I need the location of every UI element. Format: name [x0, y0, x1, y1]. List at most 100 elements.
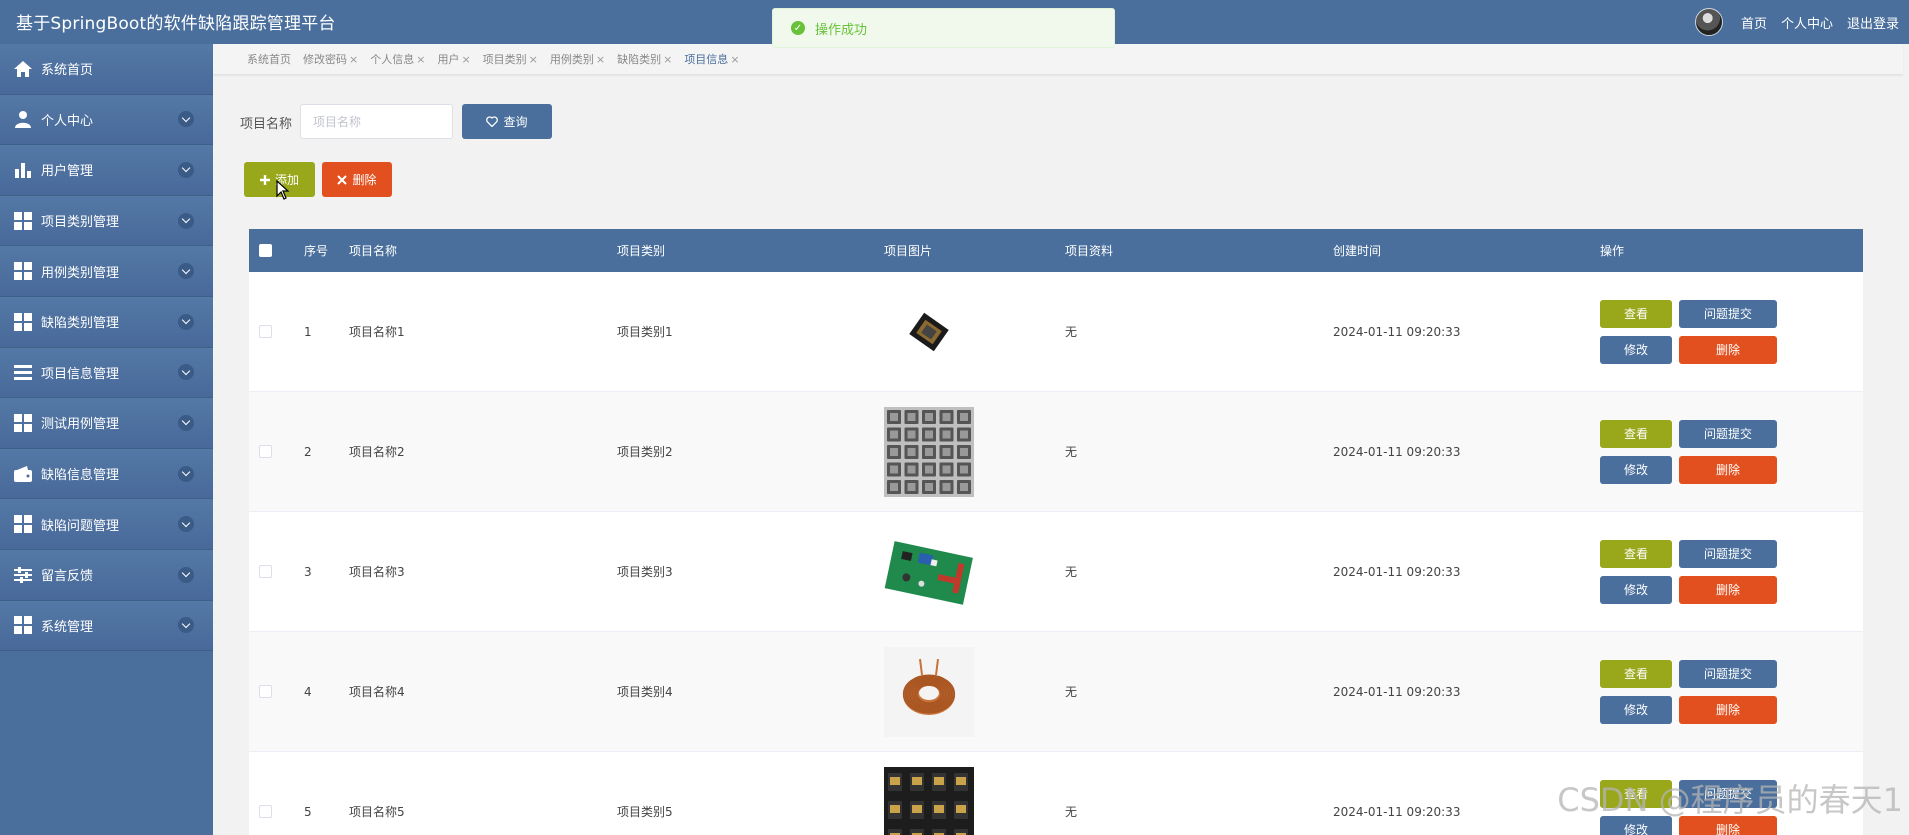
row-checkbox[interactable] [259, 445, 272, 458]
edit-button[interactable]: 修改 [1600, 335, 1672, 364]
delete-button[interactable]: 删除 [1679, 455, 1777, 484]
sidebar-item-8[interactable]: 缺陷信息管理 [0, 448, 213, 500]
tab-label: 个人信息 [370, 53, 415, 66]
chevron-down-icon [178, 161, 194, 178]
column-header: 创建时间 [1333, 244, 1382, 258]
batch-delete-button[interactable]: 删除 [322, 162, 392, 197]
tab-label: 缺陷类别 [617, 53, 662, 66]
row-checkbox[interactable] [259, 805, 272, 818]
submit-issue-button[interactable]: 问题提交 [1679, 539, 1777, 568]
tab-7[interactable]: 项目信息 × [684, 51, 739, 67]
cell-project-doc: 无 [1065, 325, 1078, 339]
column-header: 操作 [1600, 244, 1625, 258]
query-button[interactable]: 查询 [462, 104, 552, 139]
cell-created-time: 2024-01-11 09:20:33 [1333, 804, 1461, 819]
cell-project-doc: 无 [1065, 685, 1078, 699]
cell-project-type: 项目类别4 [617, 685, 673, 699]
wallet-icon [13, 465, 33, 483]
row-checkbox[interactable] [259, 325, 272, 338]
mouse-cursor-icon [276, 179, 290, 204]
table-row: 4 项目名称4 项目类别4 无 2024-01-11 09:20:33 查看 问题提交 修改删… [249, 632, 1863, 752]
user-icon [13, 110, 33, 129]
cell-created-time: 2024-01-11 09:20:33 [1333, 324, 1461, 339]
nav-home-link[interactable]: 首页 [1741, 13, 1767, 32]
close-icon[interactable]: × [349, 53, 358, 66]
sidebar-item-5[interactable]: 缺陷类别管理 [0, 296, 213, 348]
cell-no: 3 [304, 564, 312, 579]
table-row: 1 项目名称1 项目类别1 无 2024-01-11 09:20:33 查看 问题提交 修改删… [249, 272, 1863, 392]
close-icon[interactable]: × [529, 53, 538, 66]
nav-logout-link[interactable]: 退出登录 [1847, 13, 1899, 32]
table-row: 2 项目名称2 项目类别2 无 2024-01-11 09:20:33 查看 问题提交 修改删… [249, 392, 1863, 512]
sidebar-item-label: 系统首页 [41, 63, 94, 79]
sidebar-item-label: 用户管理 [41, 164, 94, 180]
toast-message: 操作成功 [815, 22, 868, 38]
row-checkbox[interactable] [259, 685, 272, 698]
tab-5[interactable]: 用例类别 × [550, 51, 605, 67]
nav-profile-link[interactable]: 个人中心 [1781, 13, 1833, 32]
view-button[interactable]: 查看 [1600, 779, 1672, 808]
view-button[interactable]: 查看 [1600, 419, 1672, 448]
submit-issue-button[interactable]: 问题提交 [1679, 779, 1777, 808]
tab-6[interactable]: 缺陷类别 × [617, 51, 672, 67]
avatar[interactable] [1694, 8, 1723, 36]
submit-issue-button[interactable]: 问题提交 [1679, 659, 1777, 688]
sidebar-item-7[interactable]: 测试用例管理 [0, 398, 213, 449]
delete-button[interactable]: 删除 [1679, 815, 1777, 835]
close-icon[interactable]: × [461, 53, 470, 66]
chip-image[interactable] [884, 286, 974, 377]
sidebar-item-6[interactable]: 项目信息管理 [0, 347, 213, 399]
tab-1[interactable]: 修改密码 × [303, 51, 358, 67]
tab-label: 项目类别 [482, 53, 527, 66]
sidebar-item-1[interactable]: 个人中心 [0, 94, 213, 146]
row-checkbox[interactable] [259, 565, 272, 578]
tab-3[interactable]: 用户 × [437, 51, 470, 67]
view-button[interactable]: 查看 [1600, 539, 1672, 568]
sidebar-item-3[interactable]: 项目类别管理 [0, 195, 213, 247]
coil-image[interactable] [884, 646, 974, 737]
cell-project-name: 项目名称2 [349, 445, 405, 459]
edit-button[interactable]: 修改 [1600, 695, 1672, 724]
column-header: 项目类别 [617, 244, 666, 258]
sidebar-item-0[interactable]: 系统首页 [0, 44, 213, 95]
view-button[interactable]: 查看 [1600, 659, 1672, 688]
sidebar-item-label: 测试用例管理 [41, 417, 120, 433]
close-icon[interactable]: × [730, 53, 739, 66]
delete-button[interactable]: 删除 [1679, 575, 1777, 604]
cell-no: 5 [304, 804, 312, 819]
sliders-icon [13, 566, 33, 584]
column-header: 项目资料 [1065, 244, 1114, 258]
tab-0[interactable]: 系统首页 [247, 51, 291, 67]
submit-issue-button[interactable]: 问题提交 [1679, 299, 1777, 328]
grid-icon [13, 211, 33, 230]
check-circle-icon: ✓ [791, 21, 805, 35]
delete-button[interactable]: 删除 [1679, 695, 1777, 724]
edit-button[interactable]: 修改 [1600, 575, 1672, 604]
edit-button[interactable]: 修改 [1600, 455, 1672, 484]
sidebar-item-9[interactable]: 缺陷问题管理 [0, 499, 213, 550]
edit-button[interactable]: 修改 [1600, 815, 1672, 835]
project-name-search-input[interactable] [300, 104, 453, 139]
close-icon[interactable]: × [596, 53, 605, 66]
sidebar-item-label: 缺陷类别管理 [41, 316, 120, 332]
sidebar-item-2[interactable]: 用户管理 [0, 145, 213, 196]
select-all-checkbox[interactable] [259, 244, 272, 257]
close-icon[interactable]: × [416, 53, 425, 66]
cell-project-type: 项目类别3 [617, 565, 673, 579]
tab-label: 修改密码 [303, 53, 347, 66]
sidebar-item-11[interactable]: 系统管理 [0, 600, 213, 652]
chevron-down-icon [178, 566, 194, 583]
delete-button[interactable]: 删除 [1679, 335, 1777, 364]
pcb-image[interactable] [884, 526, 974, 617]
components-image[interactable] [884, 766, 974, 835]
submit-issue-button[interactable]: 问题提交 [1679, 419, 1777, 448]
view-button[interactable]: 查看 [1600, 299, 1672, 328]
tray-image[interactable] [884, 406, 974, 497]
tab-2[interactable]: 个人信息 × [370, 51, 425, 67]
cell-project-name: 项目名称3 [349, 565, 405, 579]
batch-delete-button-label: 删除 [352, 173, 377, 187]
sidebar-item-4[interactable]: 用例类别管理 [0, 246, 213, 297]
sidebar-item-10[interactable]: 留言反馈 [0, 549, 213, 601]
close-icon[interactable]: × [663, 53, 672, 66]
tab-4[interactable]: 项目类别 × [483, 51, 538, 67]
